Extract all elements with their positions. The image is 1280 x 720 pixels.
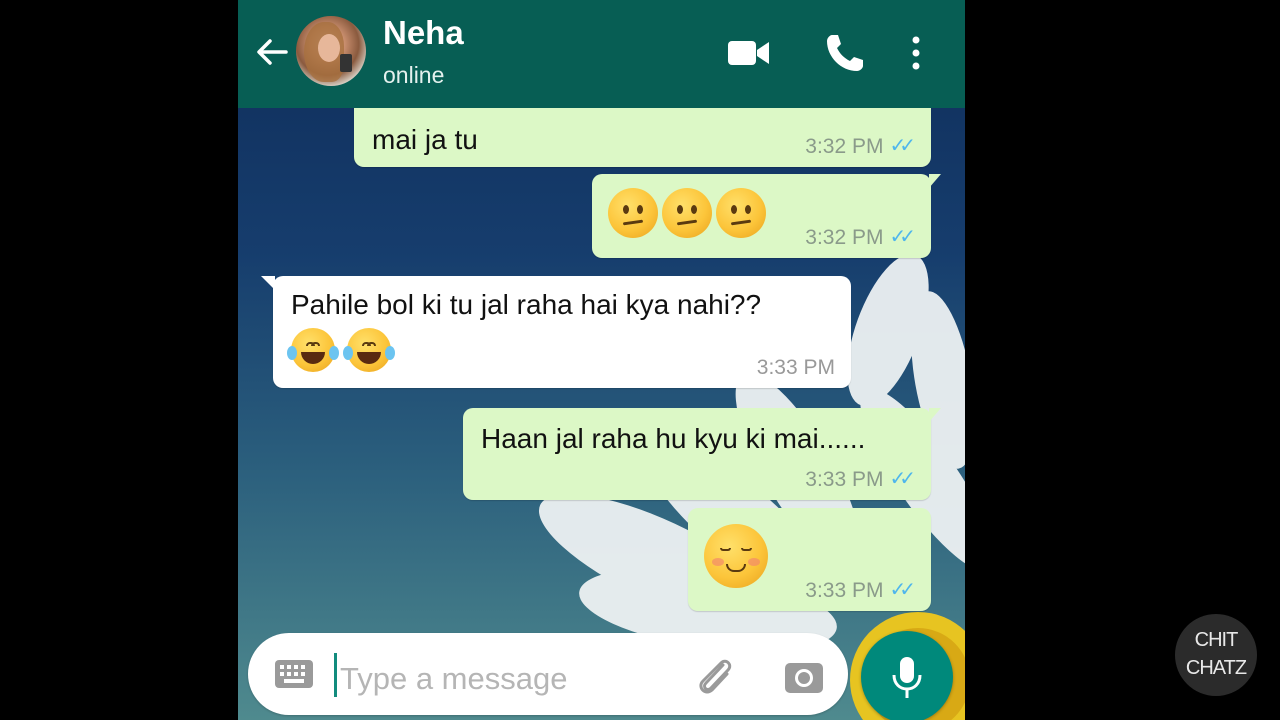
message-meta: 3:33 PM: [757, 355, 835, 380]
voice-record-button[interactable]: [861, 631, 953, 720]
mic-icon: [892, 657, 922, 698]
message-time: 3:33 PM: [756, 355, 835, 379]
confused-face-icon: [662, 188, 712, 238]
tears-of-joy-icon: [342, 327, 395, 372]
chat-header: Neha online: [238, 0, 965, 108]
message-outgoing[interactable]: 3:33 PM ✓✓: [688, 508, 931, 611]
message-incoming[interactable]: Pahile bol ki tu jal raha hai kya nahi??…: [261, 276, 851, 388]
message-meta: 3:32 PM ✓✓: [805, 134, 916, 159]
message-meta: 3:33 PM ✓✓: [805, 467, 916, 492]
message-meta: 3:33 PM ✓✓: [805, 578, 916, 603]
message-meta: 3:32 PM ✓✓: [805, 225, 916, 250]
contact-name[interactable]: Neha: [383, 14, 464, 52]
confused-face-icon: [608, 188, 658, 238]
watermark-line: CHIT: [1194, 629, 1239, 651]
back-arrow-icon[interactable]: [252, 32, 292, 72]
watermark-line: CHATZ: [1185, 657, 1247, 679]
message-outgoing[interactable]: 3:32 PM ✓✓: [592, 174, 941, 258]
read-receipt-icon: ✓✓: [889, 468, 915, 491]
message-time: 3:32 PM: [805, 134, 884, 158]
more-vert-icon[interactable]: [898, 30, 944, 76]
message-text: mai ja tu: [372, 124, 478, 155]
message-outgoing[interactable]: Haan jal raha hu kyu ki mai...... 3:33 P…: [463, 408, 941, 500]
message-composer[interactable]: Type a message: [248, 633, 848, 715]
chat-screen: Neha online mai ja tu 3:32 PM ✓✓ 3:32 PM…: [238, 0, 965, 720]
read-receipt-icon: ✓✓: [889, 579, 915, 602]
message-time: 3:33 PM: [805, 467, 884, 491]
camera-icon[interactable]: [783, 657, 825, 695]
attach-icon[interactable]: [693, 655, 739, 699]
message-time: 3:33 PM: [805, 578, 884, 602]
text-cursor: [334, 653, 337, 697]
channel-watermark-logo: CHIT CHATZ: [1175, 614, 1257, 696]
read-receipt-icon: ✓✓: [889, 226, 915, 249]
tears-of-joy-icon: [287, 327, 339, 372]
phone-call-icon[interactable]: [822, 30, 868, 76]
confused-face-icon: [716, 188, 766, 238]
read-receipt-icon: ✓✓: [889, 135, 915, 158]
keyboard-icon[interactable]: [274, 655, 314, 693]
message-text: Haan jal raha hu kyu ki mai......: [481, 423, 866, 454]
message-input[interactable]: Type a message: [340, 661, 567, 697]
contact-status: online: [383, 62, 445, 88]
video-call-icon[interactable]: [726, 30, 772, 76]
contact-avatar[interactable]: [296, 16, 366, 86]
message-text: Pahile bol ki tu jal raha hai kya nahi??: [291, 289, 762, 320]
message-time: 3:32 PM: [805, 225, 884, 249]
smiling-face-icon: [704, 524, 768, 588]
